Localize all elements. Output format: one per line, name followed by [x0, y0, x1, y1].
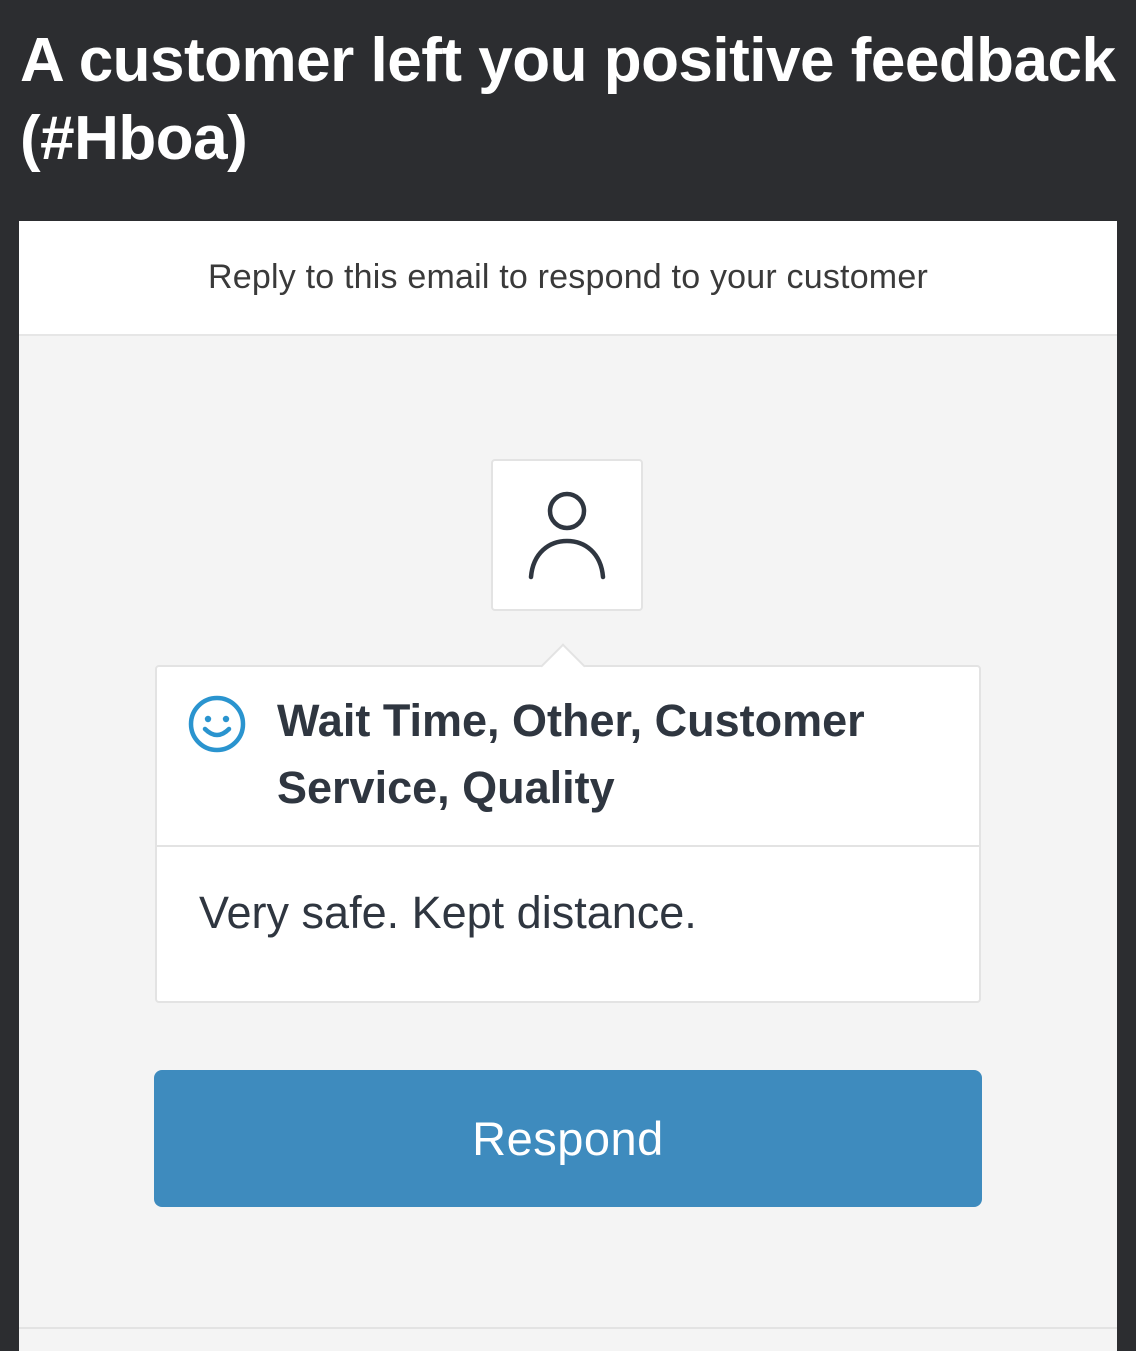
- reply-instruction: Reply to this email to respond to your c…: [19, 221, 1117, 336]
- feedback-card: Wait Time, Other, Customer Service, Qual…: [155, 643, 981, 1003]
- feedback-categories: Wait Time, Other, Customer Service, Qual…: [277, 695, 865, 813]
- feedback-comment: Very safe. Kept distance.: [199, 887, 697, 938]
- email-body: Reply to this email to respond to your c…: [19, 221, 1117, 1351]
- email-subject: A customer left you positive feedback (#…: [20, 26, 1116, 173]
- divider: [19, 1327, 1117, 1329]
- smiley-face-icon: [188, 695, 246, 753]
- respond-button[interactable]: Respond: [154, 1070, 982, 1207]
- customer-avatar: [491, 459, 643, 611]
- person-icon: [528, 491, 606, 580]
- feedback-header: Wait Time, Other, Customer Service, Qual…: [157, 667, 979, 847]
